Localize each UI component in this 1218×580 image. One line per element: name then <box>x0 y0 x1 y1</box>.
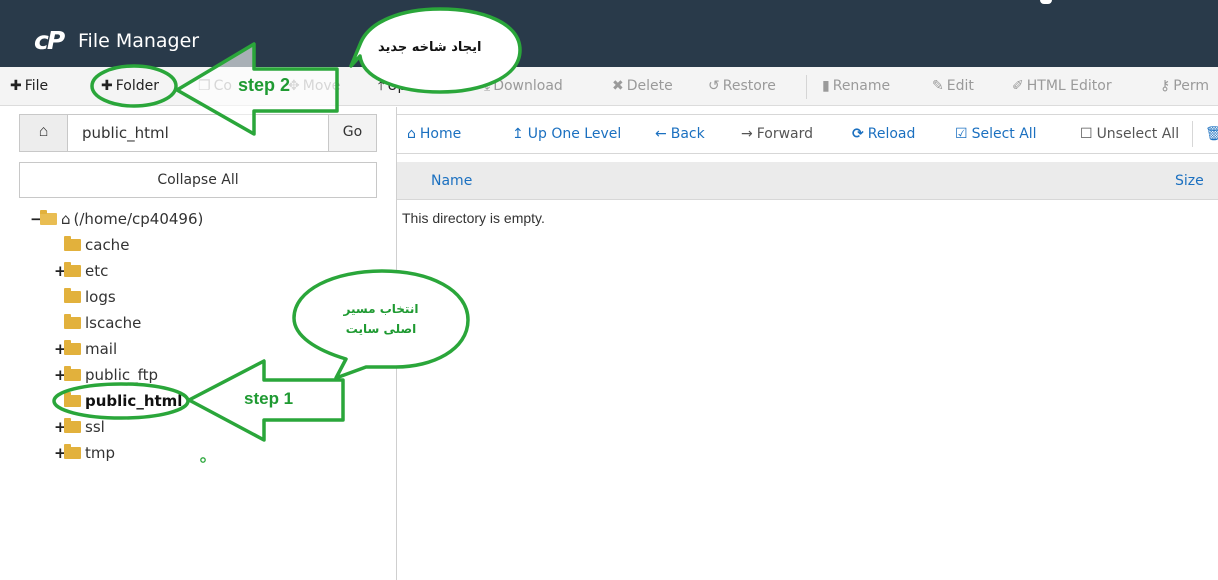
up-one-level-button[interactable]: ↥ Up One Level <box>512 126 621 142</box>
pencil-icon: ✎ <box>932 78 944 94</box>
select-path-bubble-line2: اصلی سایت <box>345 322 417 336</box>
folder-icon <box>64 288 81 303</box>
reload-button[interactable]: ⟳ Reload <box>852 126 915 142</box>
home-icon: ⌂ <box>407 126 416 142</box>
delete-button[interactable]: ✖ Delete <box>612 78 673 94</box>
toolbar: ✚ File ✚ Folder ❐ Co ✥ Move ⤒ Upload ⤓ Downloa… <box>0 67 1218 106</box>
download-icon: ⤓ <box>484 78 491 94</box>
copy-button[interactable]: ❐ Co <box>198 78 232 94</box>
select-all-button[interactable]: ☑ Select All <box>955 126 1037 142</box>
back-button[interactable]: ← Back <box>655 126 705 142</box>
folder-icon <box>64 418 81 433</box>
cpanel-logo[interactable]: cP <box>34 26 65 55</box>
folder-icon <box>64 366 81 381</box>
tree-item-cache[interactable]: cache <box>54 236 129 260</box>
empty-directory-message: This directory is empty. <box>402 210 545 226</box>
expand-plus-icon[interactable]: + <box>54 262 67 280</box>
file-table-header: Name Size <box>397 162 1218 200</box>
restore-button[interactable]: ↺ Restore <box>708 78 776 94</box>
tree-root[interactable]: − ⌂ (/home/cp40496) <box>30 210 203 234</box>
plus-icon: ✚ <box>10 78 22 94</box>
expand-plus-icon[interactable]: + <box>54 340 67 358</box>
folder-icon <box>64 392 81 407</box>
new-folder-button[interactable]: ✚ Folder <box>101 78 159 94</box>
collapse-minus-icon[interactable]: − <box>30 210 43 228</box>
tree-item-public-html[interactable]: public_html <box>54 392 182 416</box>
folder-icon <box>64 340 81 355</box>
tree-item-logs[interactable]: logs <box>54 288 116 312</box>
tree-item-ssl[interactable]: + ssl <box>54 418 105 442</box>
file-icon: ▮ <box>822 78 830 94</box>
move-button[interactable]: ✥ Move <box>288 78 340 94</box>
arrow-left-icon: ← <box>655 126 667 142</box>
edit-button[interactable]: ✎ Edit <box>932 78 974 94</box>
plus-icon: ✚ <box>101 78 113 94</box>
tree-item-mail[interactable]: + mail <box>54 340 117 364</box>
folder-icon <box>64 262 81 277</box>
tree-item-public-ftp[interactable]: + public_ftp <box>54 366 158 390</box>
step2-label: step 2 <box>238 75 291 95</box>
unselect-all-button[interactable]: ☐ Unselect All <box>1080 126 1179 142</box>
arrow-right-icon: → <box>741 126 753 142</box>
trash-icon[interactable]: 🗑 <box>1205 126 1218 142</box>
tree-item-etc[interactable]: + etc <box>54 262 108 286</box>
copy-icon: ❐ <box>198 78 211 94</box>
edit-square-icon: ✐ <box>1012 78 1024 94</box>
app-title: File Manager <box>78 30 200 52</box>
select-path-bubble-line1: انتخاب مسیر <box>343 302 419 316</box>
app-header: cP File Manager <box>0 0 1218 67</box>
column-size[interactable]: Size <box>1175 173 1204 189</box>
navigation-bar: ⌂ Home ↥ Up One Level ← Back → Forward ⟳ Relo… <box>397 114 1218 154</box>
checked-box-icon: ☑ <box>955 126 968 142</box>
refresh-icon: ⟳ <box>852 126 864 142</box>
folder-icon <box>64 444 81 459</box>
header-tab-indicator <box>1040 0 1052 4</box>
rename-button[interactable]: ▮ Rename <box>822 78 890 94</box>
new-file-button[interactable]: ✚ File <box>10 78 48 94</box>
folder-icon <box>64 314 81 329</box>
level-up-icon: ↥ <box>512 126 524 142</box>
new-folder-bubble-text: ایجاد شاخه جدید <box>378 40 482 55</box>
home-nav-button[interactable]: ⌂ Home <box>407 126 461 142</box>
download-button[interactable]: ⤓ Download <box>484 78 563 94</box>
home-icon[interactable]: ⌂ <box>20 115 68 151</box>
upload-icon: ⤒ <box>378 78 385 94</box>
path-bar: ⌂ Go <box>19 114 377 152</box>
tree-item-lscache[interactable]: lscache <box>54 314 141 338</box>
expand-plus-icon[interactable]: + <box>54 444 67 462</box>
permissions-button[interactable]: ⚷ Perm <box>1160 78 1209 94</box>
go-button[interactable]: Go <box>328 115 376 151</box>
expand-plus-icon[interactable]: + <box>54 418 67 436</box>
folder-open-icon <box>40 210 57 225</box>
stray-dot <box>200 457 206 463</box>
step1-label: step 1 <box>244 389 294 408</box>
restore-icon: ↺ <box>708 78 720 94</box>
html-editor-button[interactable]: ✐ HTML Editor <box>1012 78 1112 94</box>
empty-box-icon: ☐ <box>1080 126 1093 142</box>
toolbar-divider <box>806 75 807 99</box>
delete-x-icon: ✖ <box>612 78 624 94</box>
key-icon: ⚷ <box>1160 78 1171 94</box>
collapse-all-button[interactable]: Collapse All <box>19 162 377 198</box>
tree-item-tmp[interactable]: + tmp <box>54 444 115 468</box>
column-name[interactable]: Name <box>431 173 472 189</box>
expand-plus-icon[interactable]: + <box>54 366 67 384</box>
home-icon: ⌂ <box>61 210 71 228</box>
folder-icon <box>64 236 81 251</box>
upload-button[interactable]: ⤒ Upload <box>378 78 436 94</box>
path-input[interactable] <box>69 115 347 151</box>
navbar-divider <box>1192 121 1193 147</box>
forward-button[interactable]: → Forward <box>741 126 813 142</box>
